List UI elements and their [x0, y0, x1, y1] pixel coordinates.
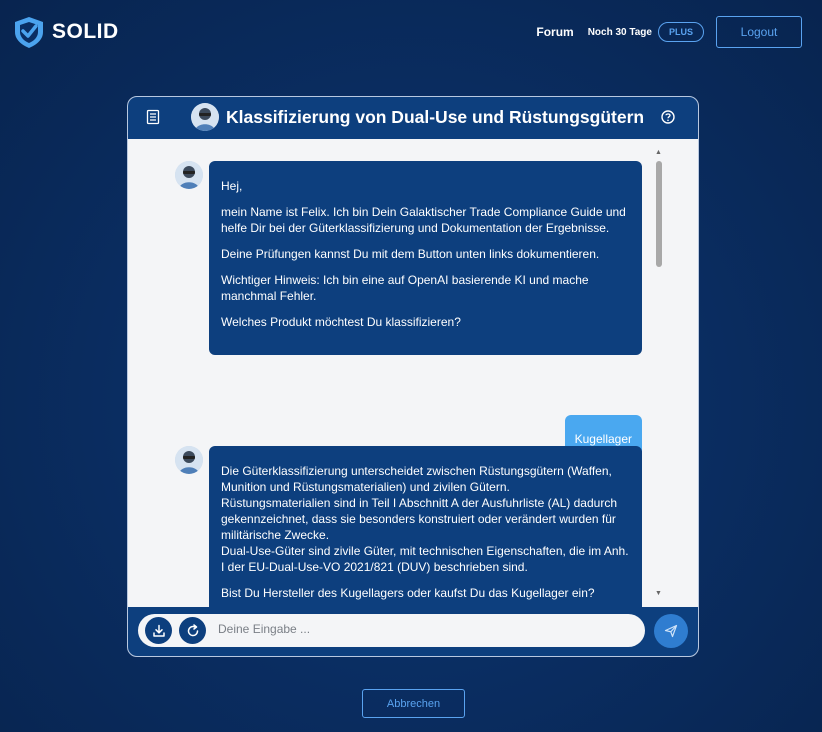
question-icon[interactable] — [661, 110, 675, 124]
chat-messages[interactable]: Hej, mein Name ist Felix. Ich bin Dein G… — [128, 139, 698, 609]
message-paragraph: Dual-Use-Güter sind zivile Güter, mit te… — [221, 544, 629, 574]
refresh-button[interactable] — [179, 617, 206, 644]
top-nav: Forum Noch 30 Tage PLUS Logout — [536, 16, 802, 48]
bot-message: Hej, mein Name ist Felix. Ich bin Dein G… — [209, 161, 642, 355]
cancel-button[interactable]: Abbrechen — [362, 689, 465, 718]
shield-check-icon — [15, 17, 43, 48]
subscription-days: Noch 30 Tage — [587, 26, 652, 38]
send-icon — [664, 624, 678, 638]
message-input[interactable] — [218, 622, 628, 636]
download-icon — [152, 624, 165, 637]
message-paragraph: Welches Produkt möchtest Du klassifizier… — [221, 315, 461, 329]
chat-scrollbar[interactable]: ▲ ▼ — [654, 149, 664, 597]
plan-badge: PLUS — [657, 22, 704, 42]
chat-header: Klassifizierung von Dual-Use und Rüstung… — [128, 97, 698, 139]
message-paragraph: Die Güterklassifizierung unterscheidet z… — [221, 464, 612, 494]
message-paragraph: Wichtiger Hinweis: Ich bin eine auf Open… — [221, 273, 589, 303]
message-paragraph: Deine Prüfungen kannst Du mit dem Button… — [221, 247, 600, 261]
bot-avatar — [175, 161, 203, 189]
message-paragraph: mein Name ist Felix. Ich bin Dein Galakt… — [221, 205, 626, 235]
refresh-icon — [187, 623, 198, 636]
bot-avatar — [175, 446, 203, 474]
list-icon[interactable] — [145, 109, 161, 125]
download-button[interactable] — [145, 617, 172, 644]
chat-title: Klassifizierung von Dual-Use und Rüstung… — [226, 107, 645, 127]
brand-name: SOLID — [52, 20, 119, 43]
scroll-down-arrow-icon[interactable]: ▼ — [655, 590, 662, 597]
assistant-avatar — [191, 103, 219, 131]
message-paragraph: Bist Du Hersteller des Kugellagers oder … — [221, 586, 595, 600]
send-button[interactable] — [654, 614, 688, 648]
bot-message: Die Güterklassifizierung unterscheidet z… — [209, 446, 642, 609]
chat-window: Klassifizierung von Dual-Use und Rüstung… — [127, 96, 699, 657]
logout-button[interactable]: Logout — [716, 16, 802, 48]
input-container — [138, 614, 645, 647]
brand-logo[interactable]: SOLID — [12, 15, 119, 49]
message-paragraph: Hej, — [221, 179, 243, 193]
message-paragraph: Rüstungsmaterialien sind in Teil I Absch… — [221, 496, 617, 542]
nav-forum-link[interactable]: Forum — [536, 25, 573, 39]
scroll-up-arrow-icon[interactable]: ▲ — [655, 149, 662, 156]
chat-input-bar — [128, 607, 698, 656]
scroll-thumb[interactable] — [656, 161, 662, 267]
